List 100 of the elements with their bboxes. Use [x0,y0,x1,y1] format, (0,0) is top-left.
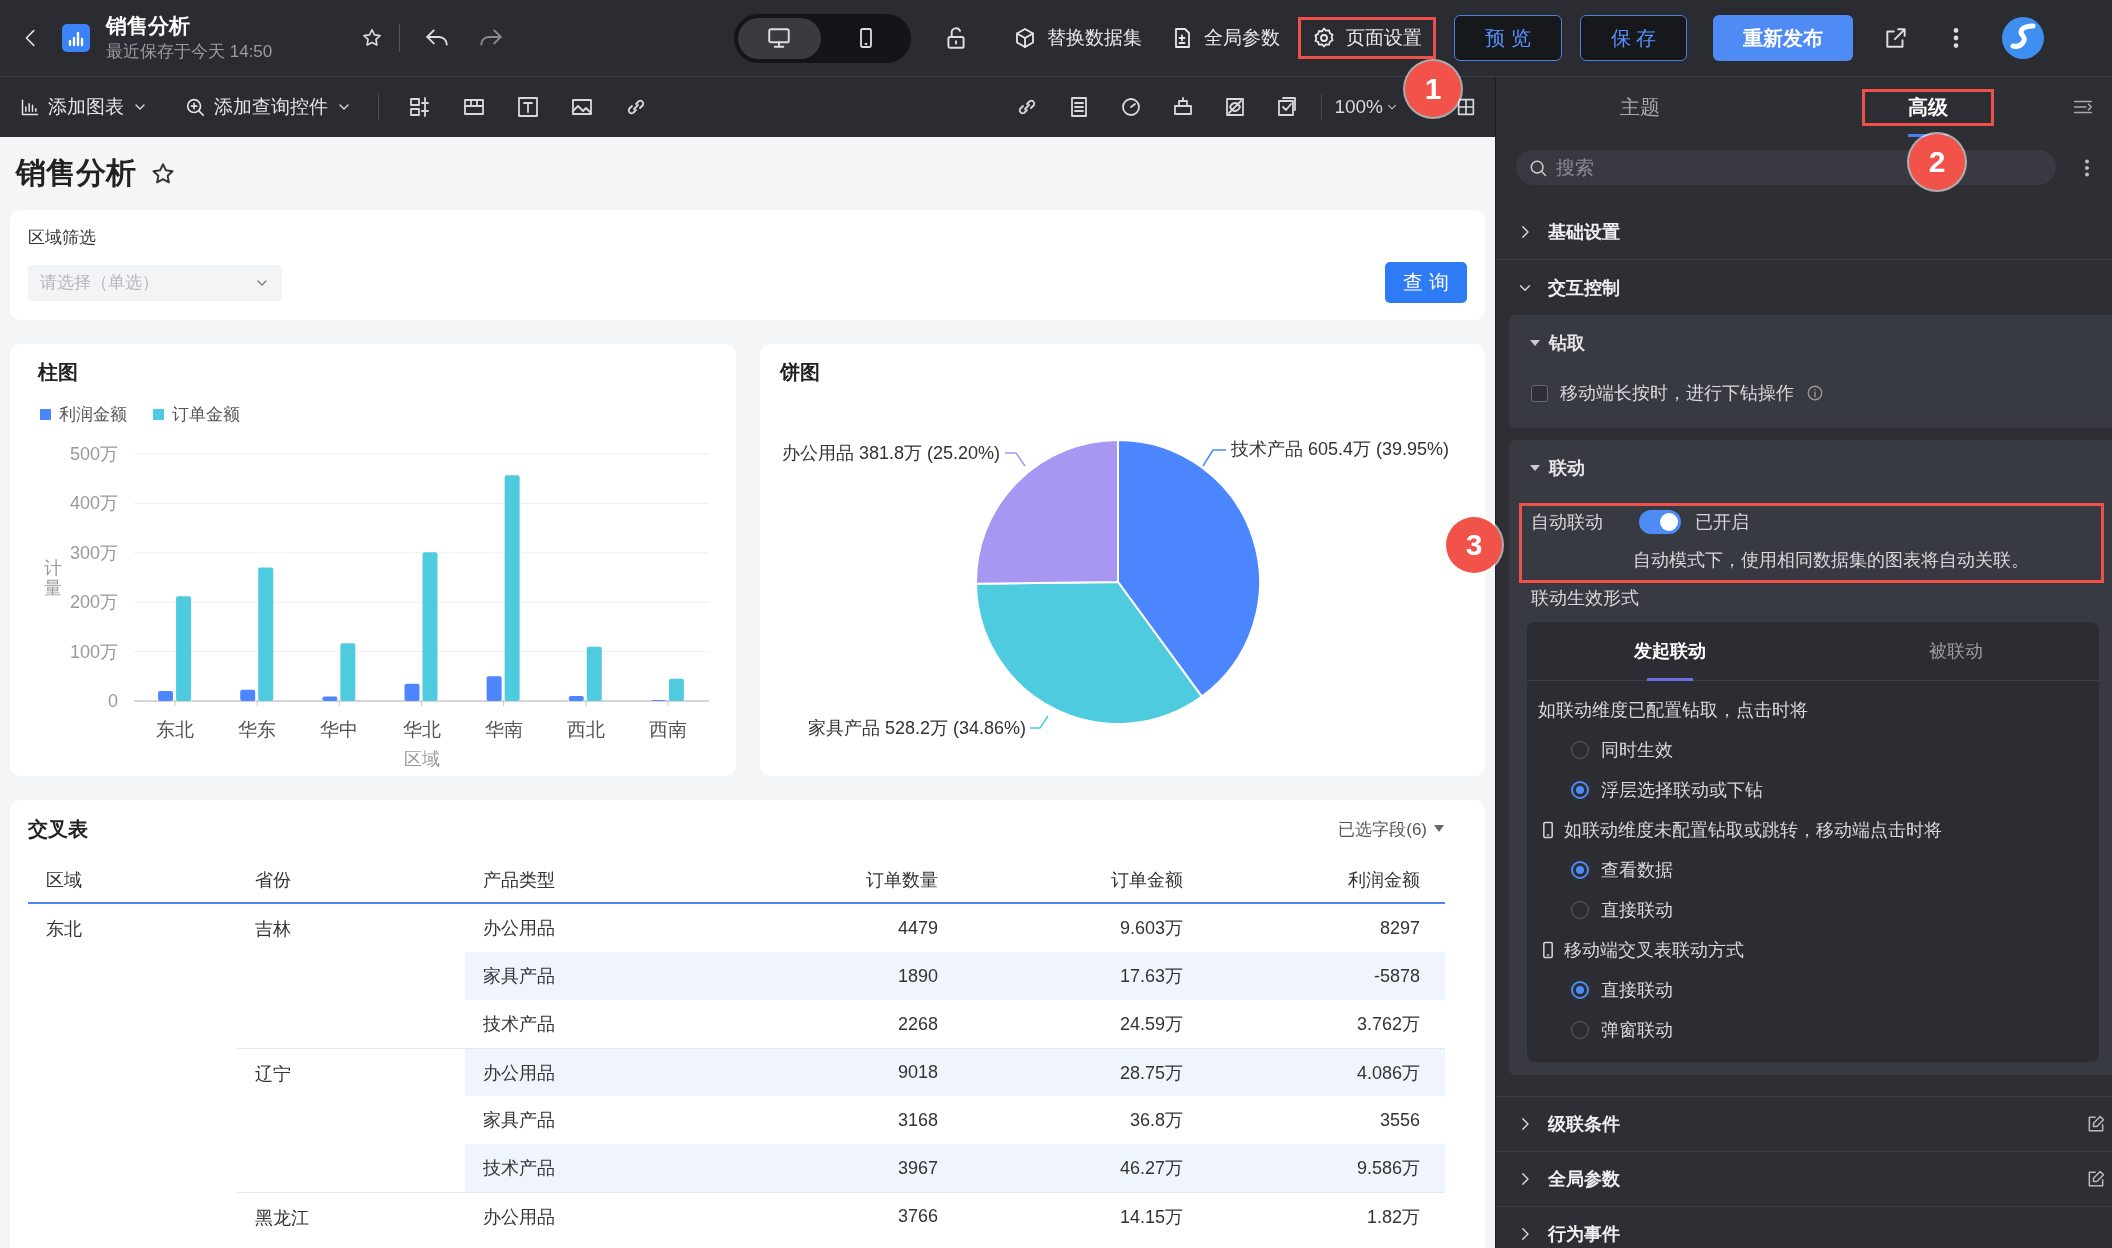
zoom-select[interactable]: 100% [1334,96,1399,118]
save-button[interactable]: 保 存 [1579,15,1688,61]
y-tick-label: 200万 [69,592,118,613]
bar[interactable] [404,683,420,701]
field-selector[interactable]: 已选字段(6) [1338,817,1445,841]
legend-label[interactable]: 利润金额 [59,402,127,426]
table-cell-text: 3.762万 [1355,1013,1421,1036]
radio-label[interactable]: 浮层选择联动或下钻 [1601,778,1763,802]
column-header[interactable]: 利润金额 [1208,858,1445,904]
table-cell: 9018 [725,1048,963,1096]
radio-button[interactable] [1571,981,1589,999]
y-tick-label: 500万 [69,444,118,464]
section-title[interactable]: 级联条件 [1548,1112,1620,1136]
filter-label: 区域筛选 [28,227,97,249]
table-cell-text: 技术产品 [482,1013,556,1036]
table-cell-text: 4479 [896,916,939,940]
app-icon [62,24,90,52]
preview-button[interactable]: 预 览 [1454,15,1562,61]
x-tick-label: 西南 [648,719,687,740]
desktop-view-button[interactable] [738,17,821,59]
x-axis-title: 区域 [403,749,440,769]
table-cell-text: 9.603万 [1118,917,1184,940]
bar[interactable] [568,696,584,701]
group-title: 钻取 [1549,332,1585,355]
add-query-control-menu[interactable]: 添加查询控件 [184,94,352,120]
column-header[interactable]: 区域 [28,858,237,904]
caret-icon[interactable] [1529,464,1541,472]
caret-icon[interactable] [1529,339,1541,347]
parameters-button[interactable]: 全局参数 [1160,17,1290,59]
bar[interactable] [158,691,174,701]
radio-button[interactable] [1571,861,1589,879]
panel-tab[interactable]: 主题 [1574,88,1706,126]
radio-label[interactable]: 直接联动 [1601,898,1673,922]
edit-icon[interactable] [2086,1169,2106,1189]
leader-line [1003,452,1026,467]
table-cell: 17.63万 [963,952,1208,1000]
toggle-switch[interactable] [1639,509,1681,534]
page-settings-button[interactable]: 页面设置 [1298,17,1436,59]
logo-icon[interactable] [2001,16,2046,60]
section-title[interactable]: 行为事件 [1548,1222,1620,1246]
text-box-icon[interactable] [516,95,540,119]
bar[interactable] [322,696,338,701]
grid-icon[interactable] [1455,96,1477,118]
query-button[interactable]: 查 询 [1385,262,1467,303]
table-cell: 3967 [725,1144,963,1192]
slice-label: 家具产品 528.2万 (34.86%) [807,718,1026,738]
caret-icon [1433,824,1445,834]
table-cell: 1.82万 [1208,1192,1445,1240]
add-chart-menu[interactable]: 添加图表 [20,94,148,120]
star-icon[interactable] [361,27,383,49]
column-header[interactable]: 订单金额 [963,858,1208,904]
edit-icon[interactable] [2086,1114,2106,1134]
radio-label[interactable]: 查看数据 [1601,858,1673,882]
radio-label[interactable]: 弹窗联动 [1601,1018,1673,1042]
report-title: 销售分析 [106,13,191,39]
layout-icon[interactable] [408,95,432,119]
mode-tab[interactable]: 被联动 [1929,622,1983,680]
column-header[interactable]: 产品类型 [465,858,725,904]
search-icon [1528,158,1548,178]
table-cell-text: 3168 [896,1108,939,1132]
option-group-label: 如联动维度未配置钻取或跳转，移动端点击时将 [1564,819,1942,842]
x-tick-label: 华东 [238,719,277,740]
section-title[interactable]: 基础设置 [1548,220,1620,244]
section-title[interactable]: 交互控制 [1548,275,1620,300]
setting-description: 自动模式下，使用相同数据集的图表将自动关联。 [1632,549,2030,572]
x-tick-label: 华北 [402,719,441,740]
y-tick-label: 0 [108,691,118,711]
panel-tab[interactable]: 高级 [1862,88,1994,126]
toggle-status: 已开启 [1695,510,1749,534]
column-header[interactable]: 省份 [237,858,465,904]
bar[interactable] [240,689,256,701]
table-cell: 14.15万 [963,1192,1208,1240]
table-cell-text: 8297 [1378,916,1421,940]
leader-line [1201,449,1227,467]
y-tick-label: 400万 [69,493,118,514]
x-tick-label: 西北 [566,719,605,740]
table-cell-text: 24.59万 [1118,1013,1184,1036]
setting-label: 自动联动 [1531,510,1603,534]
page-title: 销售分析 [16,155,136,191]
radio-label[interactable]: 直接联动 [1601,978,1673,1002]
table-cell: 技术产品 [465,1144,725,1192]
bar-chart-icon [20,97,40,117]
checkbox[interactable] [1531,384,1548,402]
leader-line [1028,715,1049,729]
section-title[interactable]: 全局参数 [1548,1167,1620,1191]
table-cell: 4.086万 [1208,1048,1445,1096]
legend-label[interactable]: 订单金额 [172,402,240,426]
table-cell: 办公用品 [465,1192,725,1240]
radio-button[interactable] [1571,781,1589,799]
option-group-label: 移动端交叉表联动方式 [1564,939,1744,962]
mode-tab[interactable]: 发起联动 [1634,622,1706,680]
dataset-button[interactable]: 替换数据集 [1003,17,1152,59]
y-tick-label: 100万 [69,641,118,662]
info-icon [1806,384,1824,402]
active-tab-indicator [1647,678,1693,681]
zoom-in-icon [184,96,206,118]
table-cell: 1890 [725,952,963,1000]
column-header[interactable]: 订单数量 [725,858,963,904]
group-title: 联动 [1549,457,1585,480]
radio-label[interactable]: 同时生效 [1601,738,1673,762]
